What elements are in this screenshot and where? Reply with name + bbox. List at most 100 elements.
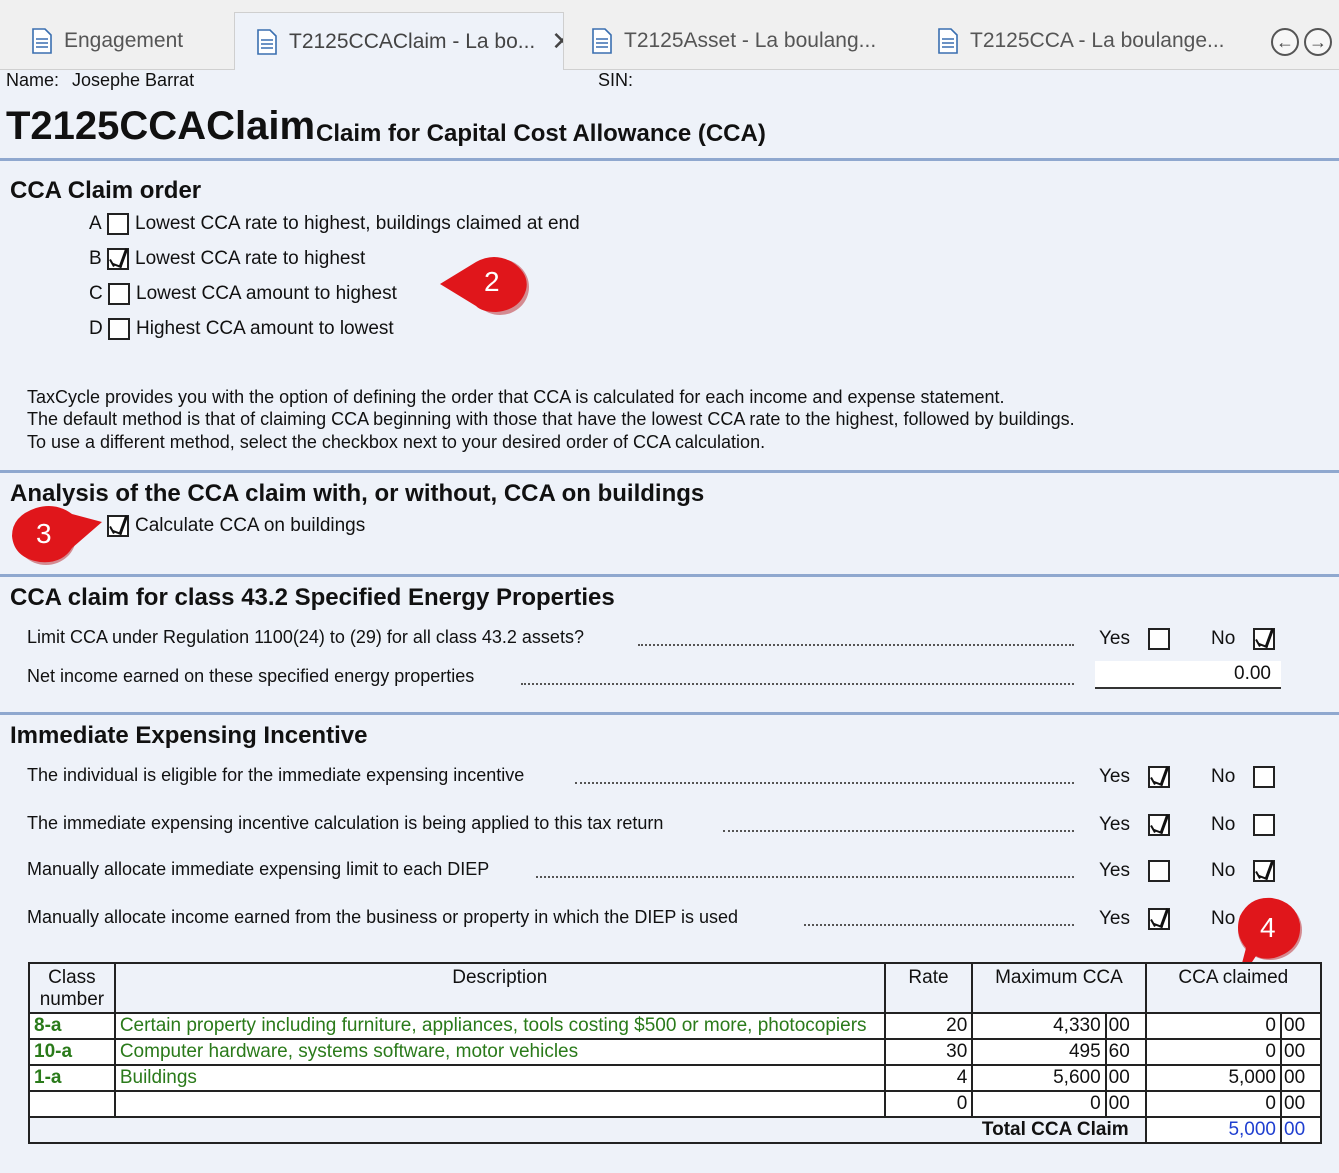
header-label: number bbox=[39, 989, 105, 1010]
no-label: No bbox=[1211, 766, 1236, 787]
claim-order-a-checkbox[interactable] bbox=[107, 213, 129, 235]
form-code: T2125CCAClaim bbox=[6, 104, 316, 148]
table-row[interactable]: 0 0 00 0 00 bbox=[28, 1090, 1323, 1118]
eligible-yes-checkbox[interactable] bbox=[1148, 766, 1170, 788]
energy-limit-no-checkbox[interactable] bbox=[1253, 628, 1275, 650]
class-number: 1-a bbox=[28, 1064, 116, 1092]
leader-dots bbox=[638, 644, 1074, 646]
claim-order-heading: CCA Claim order bbox=[10, 177, 202, 204]
description bbox=[113, 1090, 886, 1118]
dollars: 495 bbox=[977, 1041, 1107, 1063]
col-class-number: Class number bbox=[28, 962, 116, 1014]
applied-no-checkbox[interactable] bbox=[1253, 814, 1275, 836]
description: Buildings bbox=[113, 1064, 886, 1092]
callout-number: 3 bbox=[36, 518, 52, 549]
col-description: Description bbox=[113, 962, 886, 1014]
dollars: 5,000 bbox=[1151, 1119, 1282, 1141]
table-row[interactable]: 1-a Buildings 4 5,600 00 5,000 00 bbox=[28, 1064, 1323, 1092]
header-label: Class bbox=[48, 967, 96, 988]
leader-dots bbox=[536, 876, 1074, 878]
claim-order-b-label: Lowest CCA rate to highest bbox=[135, 248, 366, 269]
table-row[interactable]: 10-a Computer hardware, systems software… bbox=[28, 1038, 1323, 1066]
allocate-income-yes-checkbox[interactable] bbox=[1148, 908, 1170, 930]
dollars: 4,330 bbox=[977, 1015, 1107, 1037]
energy-heading: CCA claim for class 43.2 Specified Energ… bbox=[10, 584, 615, 611]
dollars: 5,000 bbox=[1151, 1067, 1282, 1089]
no-label: No bbox=[1211, 628, 1236, 649]
cents: 00 bbox=[1284, 1093, 1306, 1114]
claim-order-d-label: Highest CCA amount to lowest bbox=[136, 318, 394, 339]
close-icon[interactable]: ✕ bbox=[551, 26, 563, 57]
section-divider bbox=[0, 574, 1339, 577]
total-row: Total CCA Claim 5,000 00 bbox=[28, 1116, 1323, 1144]
arrow-left-icon[interactable]: ← bbox=[1271, 28, 1299, 56]
calculate-cca-buildings-label: Calculate CCA on buildings bbox=[135, 515, 366, 536]
cca-claimed-input[interactable]: 0 00 bbox=[1144, 1038, 1323, 1066]
option-letter: B bbox=[89, 248, 102, 269]
section-divider bbox=[0, 470, 1339, 473]
tab-t2125asset[interactable]: T2125Asset - La boulang... bbox=[592, 12, 892, 70]
rate: 4 bbox=[883, 1064, 974, 1092]
cents: 00 bbox=[1108, 1067, 1130, 1088]
dollars: 5,600 bbox=[977, 1067, 1107, 1089]
claim-order-c-label: Lowest CCA amount to highest bbox=[136, 283, 397, 304]
tab-t2125ccaclaim[interactable]: T2125CCAClaim - La bo... ✕ bbox=[234, 12, 564, 70]
table-row[interactable]: 8-a Certain property including furniture… bbox=[28, 1012, 1323, 1040]
eligible-no-checkbox[interactable] bbox=[1253, 766, 1275, 788]
callout-3: 3 bbox=[8, 504, 104, 566]
document-icon bbox=[257, 28, 277, 55]
rate: 20 bbox=[883, 1012, 974, 1040]
col-rate: Rate bbox=[883, 962, 974, 1014]
total-cca-claim: 5,000 00 bbox=[1144, 1116, 1323, 1144]
info-line: TaxCycle provides you with the option of… bbox=[27, 387, 1005, 407]
maximum-cca: 0 00 bbox=[971, 1090, 1147, 1118]
form-title: Claim for Capital Cost Allowance (CCA) bbox=[316, 120, 766, 147]
col-maximum-cca: Maximum CCA bbox=[971, 962, 1147, 1014]
info-line: The default method is that of claiming C… bbox=[27, 409, 1075, 429]
cents: 00 bbox=[1284, 1067, 1306, 1088]
description: Certain property including furniture, ap… bbox=[113, 1012, 886, 1040]
energy-limit-yes-checkbox[interactable] bbox=[1148, 628, 1170, 650]
immediate-question: Manually allocate income earned from the… bbox=[27, 907, 739, 927]
allocate-limit-yes-checkbox[interactable] bbox=[1148, 860, 1170, 882]
col-cca-claimed: CCA claimed bbox=[1144, 962, 1323, 1014]
arrow-right-icon[interactable]: → bbox=[1304, 28, 1332, 56]
yes-label: Yes bbox=[1099, 628, 1130, 649]
section-divider bbox=[0, 158, 1339, 161]
cca-claimed-input[interactable]: 5,000 00 bbox=[1144, 1064, 1323, 1092]
applied-yes-checkbox[interactable] bbox=[1148, 814, 1170, 836]
energy-question-limit: Limit CCA under Regulation 1100(24) to (… bbox=[27, 627, 584, 647]
tab-label: T2125CCAClaim - La bo... bbox=[289, 29, 536, 53]
claim-order-d-checkbox[interactable] bbox=[108, 318, 130, 340]
yes-label: Yes bbox=[1099, 908, 1130, 929]
cca-claimed-input[interactable]: 0 00 bbox=[1144, 1090, 1323, 1118]
tab-t2125cca[interactable]: T2125CCA - La boulange... bbox=[938, 12, 1238, 70]
option-letter: A bbox=[89, 213, 102, 234]
claim-order-c-checkbox[interactable] bbox=[108, 283, 130, 305]
no-label: No bbox=[1211, 860, 1236, 881]
immediate-heading: Immediate Expensing Incentive bbox=[10, 722, 368, 749]
energy-question-net-income: Net income earned on these specified ene… bbox=[27, 666, 475, 686]
immediate-question: The immediate expensing incentive calcul… bbox=[27, 813, 664, 833]
buildings-heading: Analysis of the CCA claim with, or witho… bbox=[10, 480, 705, 507]
dollars: 0 bbox=[1151, 1093, 1282, 1115]
yes-label: Yes bbox=[1099, 814, 1130, 835]
description: Computer hardware, systems software, mot… bbox=[113, 1038, 886, 1066]
sin-label: SIN: bbox=[598, 70, 634, 90]
net-income-input[interactable]: 0.00 bbox=[1095, 661, 1281, 689]
callout-number: 4 bbox=[1260, 912, 1276, 943]
cents: 00 bbox=[1284, 1041, 1306, 1062]
document-icon bbox=[592, 28, 612, 54]
callout-number: 2 bbox=[484, 266, 500, 297]
allocate-limit-no-checkbox[interactable] bbox=[1253, 860, 1275, 882]
tab-engagement[interactable]: Engagement bbox=[32, 12, 232, 70]
calculate-cca-buildings-checkbox[interactable] bbox=[107, 515, 129, 537]
document-icon bbox=[32, 28, 52, 54]
leader-dots bbox=[575, 782, 1074, 784]
class-number bbox=[28, 1090, 116, 1118]
document-icon bbox=[938, 28, 958, 54]
claim-order-b-checkbox[interactable] bbox=[107, 248, 129, 270]
tab-bar: Engagement T2125CCAClaim - La bo... ✕ T2… bbox=[0, 0, 1339, 70]
tab-label: T2125CCA - La boulange... bbox=[970, 29, 1225, 52]
cca-claimed-input[interactable]: 0 00 bbox=[1144, 1012, 1323, 1040]
